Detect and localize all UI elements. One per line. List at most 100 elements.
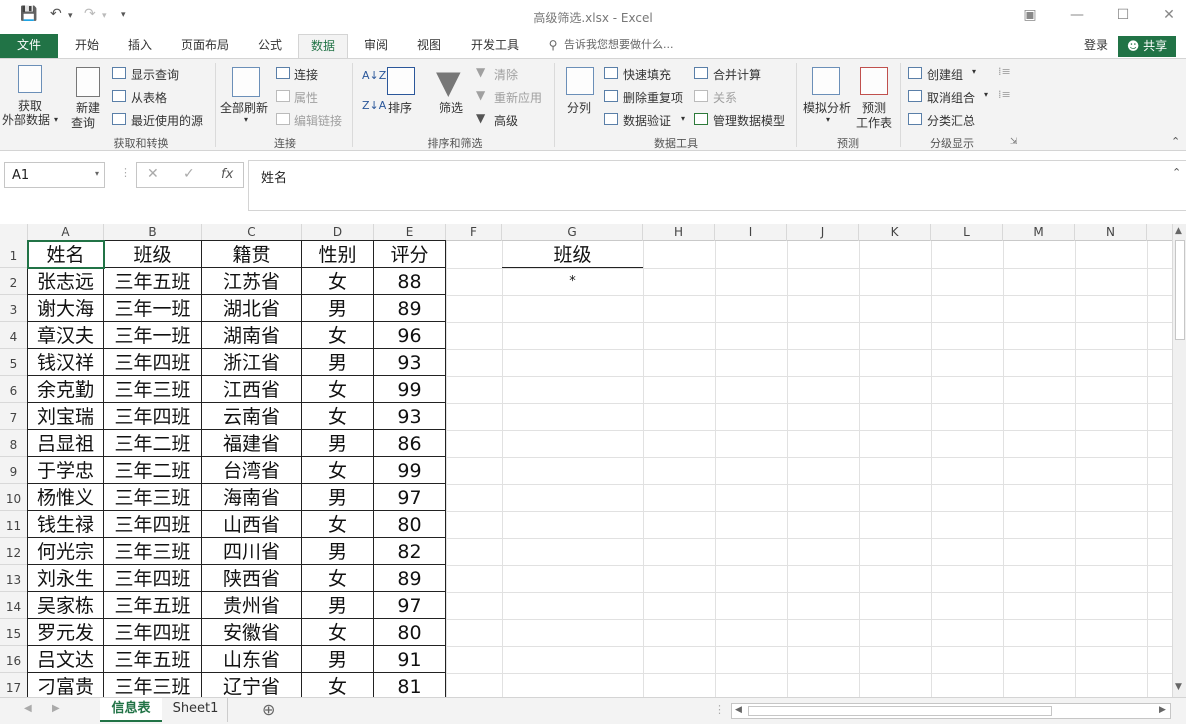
tab-file[interactable]: 文件 <box>0 34 58 58</box>
get-external-data-label2[interactable]: 外部数据 <box>2 111 50 128</box>
header-cell[interactable]: 班级 <box>103 240 202 268</box>
tab-data[interactable]: 数据 <box>298 34 348 59</box>
tab-formulas[interactable]: 公式 <box>248 34 292 58</box>
data-cell[interactable]: 三年四班 <box>103 348 202 376</box>
header-cell[interactable]: 性别 <box>301 240 374 268</box>
ungroup-button[interactable]: 取消组合 <box>927 89 975 106</box>
insert-function-icon[interactable]: fx <box>221 167 233 182</box>
column-header-e[interactable]: E <box>374 224 446 241</box>
data-cell[interactable]: 三年三班 <box>103 375 202 403</box>
row-header-15[interactable]: 15 <box>0 619 28 646</box>
sort-za-icon[interactable]: Z↓A <box>362 99 386 112</box>
confirm-icon[interactable]: ✓ <box>183 166 195 182</box>
column-header-i[interactable]: I <box>715 224 787 241</box>
data-cell[interactable]: 章汉夫 <box>27 321 104 349</box>
row-header-4[interactable]: 4 <box>0 322 28 349</box>
data-cell[interactable]: 张志远 <box>27 267 104 295</box>
data-cell[interactable]: 杨惟义 <box>27 483 104 511</box>
manage-data-model-button[interactable]: 管理数据模型 <box>713 112 785 129</box>
row-header-13[interactable]: 13 <box>0 565 28 592</box>
data-cell[interactable]: 男 <box>301 429 374 457</box>
share-button[interactable]: ☻ 共享 <box>1118 36 1176 57</box>
column-header-d[interactable]: D <box>302 224 374 241</box>
text-to-columns-button[interactable]: 分列 <box>567 99 591 116</box>
header-cell[interactable]: 姓名 <box>27 240 104 268</box>
data-cell[interactable]: 三年三班 <box>103 537 202 565</box>
data-cell[interactable]: 89 <box>373 294 446 322</box>
criteria-header-cell[interactable]: 班级 <box>502 241 643 268</box>
data-cell[interactable]: 刘宝瑞 <box>27 402 104 430</box>
data-cell[interactable]: 99 <box>373 375 446 403</box>
data-cell[interactable]: 钱汉祥 <box>27 348 104 376</box>
minimize-icon[interactable]: — <box>1062 5 1092 27</box>
row-header-5[interactable]: 5 <box>0 349 28 376</box>
data-cell[interactable]: 80 <box>373 510 446 538</box>
data-cell[interactable]: 云南省 <box>201 402 302 430</box>
prev-sheet-icon[interactable]: ◀ <box>24 703 32 714</box>
data-cell[interactable]: 89 <box>373 564 446 592</box>
data-cell[interactable]: 浙江省 <box>201 348 302 376</box>
row-header-16[interactable]: 16 <box>0 646 28 673</box>
sheet-tab-sheet1[interactable]: Sheet1 <box>164 698 228 722</box>
row-header-9[interactable]: 9 <box>0 457 28 484</box>
data-validation-button[interactable]: 数据验证 <box>623 112 671 129</box>
data-cell[interactable]: 陕西省 <box>201 564 302 592</box>
relationships-button[interactable]: 关系 <box>713 89 737 106</box>
data-cell[interactable]: 三年三班 <box>103 483 202 511</box>
scroll-thumb[interactable] <box>1175 240 1185 340</box>
data-cell[interactable]: 刁富贵 <box>27 672 104 697</box>
data-cell[interactable]: 三年四班 <box>103 564 202 592</box>
edit-links-button[interactable]: 编辑链接 <box>294 112 342 129</box>
data-cell[interactable]: 钱生禄 <box>27 510 104 538</box>
data-cell[interactable]: 刘永生 <box>27 564 104 592</box>
data-cell[interactable]: 99 <box>373 456 446 484</box>
vertical-scrollbar[interactable]: ▲ ▼ <box>1172 224 1186 697</box>
row-header-14[interactable]: 14 <box>0 592 28 619</box>
clear-button[interactable]: 清除 <box>494 66 518 83</box>
column-header-j[interactable]: J <box>787 224 859 241</box>
dropdown-icon[interactable]: ▾ <box>972 67 976 76</box>
dropdown-icon[interactable]: ▾ <box>984 90 988 99</box>
data-cell[interactable]: 三年一班 <box>103 321 202 349</box>
data-cell[interactable]: 三年五班 <box>103 591 202 619</box>
sort-button[interactable]: 排序 <box>388 99 412 116</box>
column-header-c[interactable]: C <box>202 224 302 241</box>
maximize-icon[interactable]: ☐ <box>1108 5 1138 27</box>
column-header-k[interactable]: K <box>859 224 931 241</box>
data-cell[interactable]: 女 <box>301 375 374 403</box>
data-cell[interactable]: 海南省 <box>201 483 302 511</box>
group-button[interactable]: 创建组 <box>927 66 963 83</box>
tab-page-layout[interactable]: 页面布局 <box>170 34 240 58</box>
data-cell[interactable]: 三年四班 <box>103 618 202 646</box>
tab-insert[interactable]: 插入 <box>116 34 164 58</box>
data-cell[interactable]: 吴家栋 <box>27 591 104 619</box>
data-cell[interactable]: 安徽省 <box>201 618 302 646</box>
data-cell[interactable]: 山西省 <box>201 510 302 538</box>
data-cell[interactable]: 吕文达 <box>27 645 104 673</box>
data-cell[interactable]: 男 <box>301 348 374 376</box>
data-cell[interactable]: 88 <box>373 267 446 295</box>
properties-button[interactable]: 属性 <box>294 89 318 106</box>
dropdown-icon[interactable]: ▾ <box>54 115 58 124</box>
subtotal-button[interactable]: 分类汇总 <box>927 112 975 129</box>
column-header-l[interactable]: L <box>931 224 1003 241</box>
column-header-g[interactable]: G <box>502 224 643 241</box>
data-cell[interactable]: 三年五班 <box>103 645 202 673</box>
horizontal-scrollbar[interactable]: ◀ ▶ <box>731 703 1171 719</box>
scroll-left-icon[interactable]: ◀ <box>735 705 742 715</box>
column-header-m[interactable]: M <box>1003 224 1075 241</box>
column-header-b[interactable]: B <box>104 224 202 241</box>
data-cell[interactable]: 三年四班 <box>103 402 202 430</box>
header-cell[interactable]: 评分 <box>373 240 446 268</box>
data-cell[interactable]: 四川省 <box>201 537 302 565</box>
row-header-8[interactable]: 8 <box>0 430 28 457</box>
cancel-icon[interactable]: ✕ <box>147 166 159 182</box>
criteria-value-cell[interactable]: * <box>502 268 643 295</box>
tab-review[interactable]: 审阅 <box>352 34 400 58</box>
data-cell[interactable]: 三年三班 <box>103 672 202 697</box>
data-cell[interactable]: 97 <box>373 591 446 619</box>
data-cell[interactable]: 贵州省 <box>201 591 302 619</box>
data-cell[interactable]: 女 <box>301 618 374 646</box>
data-cell[interactable]: 男 <box>301 645 374 673</box>
row-header-10[interactable]: 10 <box>0 484 28 511</box>
